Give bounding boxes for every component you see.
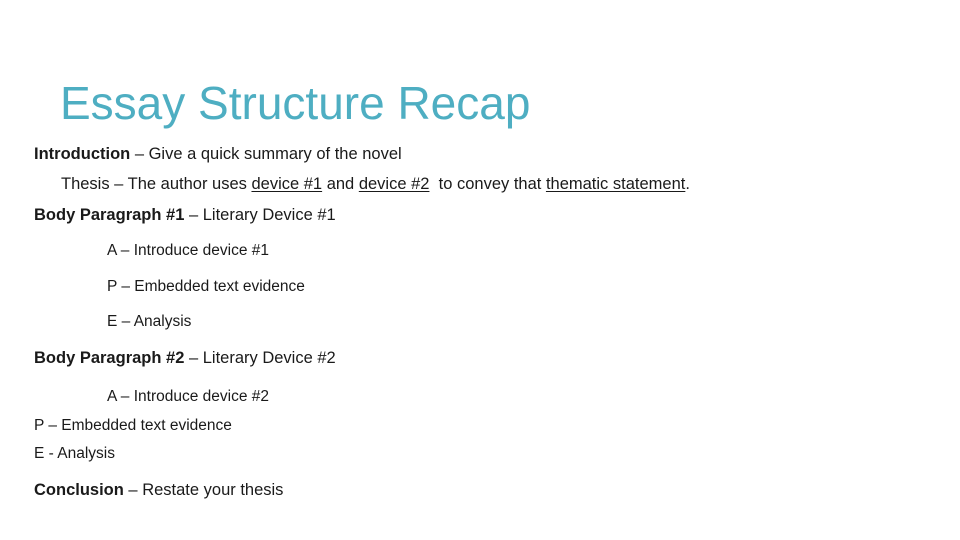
conclusion-line: Conclusion – Restate your thesis (34, 481, 283, 500)
body2-item: A – Introduce device #2 (107, 388, 270, 405)
thesis-and: and (322, 175, 359, 193)
body2-line: Body Paragraph #2 – Literary Device #2 (34, 349, 336, 368)
thesis-prefix: Thesis – The author uses (61, 175, 252, 193)
intro-label: Introduction (34, 145, 131, 163)
body2-item: P – Embedded text evidence (34, 417, 232, 434)
body1-item: A – Introduce device #1 (107, 242, 270, 259)
body1-item: P – Embedded text evidence (107, 278, 305, 295)
body2-item: E - Analysis (34, 445, 115, 462)
body2-text: – Literary Device #2 (184, 349, 336, 367)
slide-title: Essay Structure Recap (60, 77, 531, 129)
thesis-device2: device #2 (358, 175, 430, 193)
thesis-statement: thematic statement (545, 175, 686, 193)
thesis-device1: device #1 (251, 175, 323, 193)
body1-label: Body Paragraph #1 (34, 206, 185, 224)
thesis-middle: to convey that (429, 175, 546, 193)
conclusion-text: – Restate your thesis (123, 481, 284, 499)
thesis-line: Thesis – The author uses device #1 and d… (61, 175, 690, 194)
body2-label: Body Paragraph #2 (34, 349, 185, 367)
thesis-end: . (685, 175, 690, 193)
body1-item: E – Analysis (107, 313, 192, 330)
body1-text: – Literary Device #1 (184, 206, 336, 224)
intro-text: – Give a quick summary of the novel (130, 145, 402, 163)
body1-line: Body Paragraph #1 – Literary Device #1 (34, 206, 336, 225)
intro-line: Introduction – Give a quick summary of t… (34, 145, 402, 164)
conclusion-label: Conclusion (34, 481, 124, 499)
